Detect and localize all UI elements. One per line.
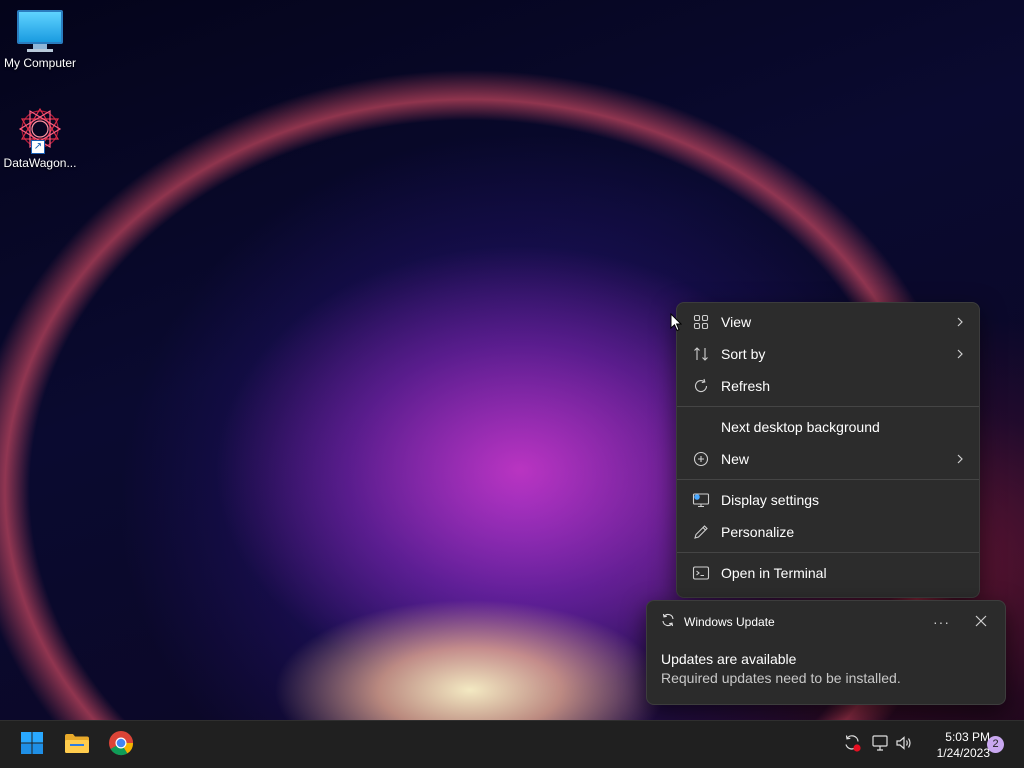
network-icon bbox=[871, 734, 889, 757]
menu-separator bbox=[677, 479, 979, 480]
start-button[interactable] bbox=[16, 729, 48, 761]
shortcut-arrow-icon: ↗ bbox=[31, 140, 45, 154]
menu-item-sort-by[interactable]: Sort by bbox=[681, 338, 975, 370]
notification-count-badge[interactable]: 2 bbox=[987, 736, 1004, 753]
taskbar-clock[interactable]: 5:03 PM 1/24/2023 bbox=[920, 729, 990, 761]
menu-item-label: Open in Terminal bbox=[721, 565, 827, 581]
desktop-icon-datawagon[interactable]: ↗ DataWagon... bbox=[0, 106, 80, 170]
menu-separator bbox=[677, 552, 979, 553]
volume-icon bbox=[895, 734, 913, 757]
desktop-context-menu: View Sort by Refresh Next desktop backgr… bbox=[676, 302, 980, 598]
chevron-right-icon bbox=[945, 349, 975, 359]
menu-item-next-desktop-background[interactable]: Next desktop background bbox=[681, 411, 975, 443]
notification-app-name: Windows Update bbox=[684, 614, 775, 629]
menu-item-label: New bbox=[721, 451, 750, 467]
notification-body: Required updates need to be installed. bbox=[661, 670, 901, 686]
sort-arrows-icon bbox=[681, 346, 721, 362]
menu-item-label: View bbox=[721, 314, 752, 330]
chevron-right-icon bbox=[945, 317, 975, 327]
grid-view-icon bbox=[681, 314, 721, 330]
menu-item-personalize[interactable]: Personalize bbox=[681, 516, 975, 548]
tray-update-button[interactable] bbox=[842, 734, 862, 757]
windows-logo-icon bbox=[20, 731, 44, 760]
windows-update-notification[interactable]: Windows Update ··· Updates are available… bbox=[646, 600, 1006, 705]
menu-item-refresh[interactable]: Refresh bbox=[681, 370, 975, 402]
desktop-icon-label: DataWagon... bbox=[3, 156, 77, 170]
file-explorer-button[interactable] bbox=[61, 729, 93, 761]
desktop-icon-my-computer[interactable]: My Computer bbox=[0, 10, 80, 70]
update-sync-icon bbox=[661, 613, 675, 630]
monitor-icon bbox=[0, 10, 80, 52]
menu-item-view[interactable]: View bbox=[681, 306, 975, 338]
menu-item-label: Next desktop background bbox=[721, 419, 880, 435]
menu-item-display-settings[interactable]: Display settings bbox=[681, 484, 975, 516]
clock-time: 5:03 PM bbox=[945, 730, 990, 744]
menu-item-open-in-terminal[interactable]: Open in Terminal bbox=[681, 557, 975, 589]
taskbar: 5:03 PM 1/24/2023 2 bbox=[0, 720, 1024, 768]
menu-item-label: Personalize bbox=[721, 524, 795, 540]
plus-circle-icon bbox=[681, 451, 721, 467]
web-shortcut-icon: ↗ bbox=[17, 106, 63, 154]
refresh-icon bbox=[681, 378, 721, 394]
close-icon bbox=[975, 614, 987, 631]
menu-item-label: Display settings bbox=[721, 492, 820, 508]
menu-item-label: Sort by bbox=[721, 346, 766, 362]
tray-network-button[interactable] bbox=[870, 734, 890, 757]
chevron-right-icon bbox=[945, 454, 975, 464]
update-sync-icon bbox=[843, 734, 861, 757]
desktop-icon-label: My Computer bbox=[3, 56, 77, 70]
folder-icon bbox=[64, 732, 90, 759]
clock-date: 1/24/2023 bbox=[936, 746, 990, 760]
menu-item-new[interactable]: New bbox=[681, 443, 975, 475]
display-settings-icon bbox=[681, 492, 721, 508]
menu-separator bbox=[677, 406, 979, 407]
mouse-cursor-icon bbox=[670, 312, 683, 337]
terminal-icon bbox=[681, 565, 721, 581]
notification-close-button[interactable] bbox=[975, 614, 987, 632]
chrome-button[interactable] bbox=[105, 729, 137, 761]
notification-title: Updates are available bbox=[661, 651, 797, 667]
notification-more-button[interactable]: ··· bbox=[933, 614, 950, 630]
tray-volume-button[interactable] bbox=[894, 735, 914, 755]
menu-item-label: Refresh bbox=[721, 378, 771, 394]
pencil-icon bbox=[681, 524, 721, 540]
chrome-icon bbox=[108, 730, 134, 761]
